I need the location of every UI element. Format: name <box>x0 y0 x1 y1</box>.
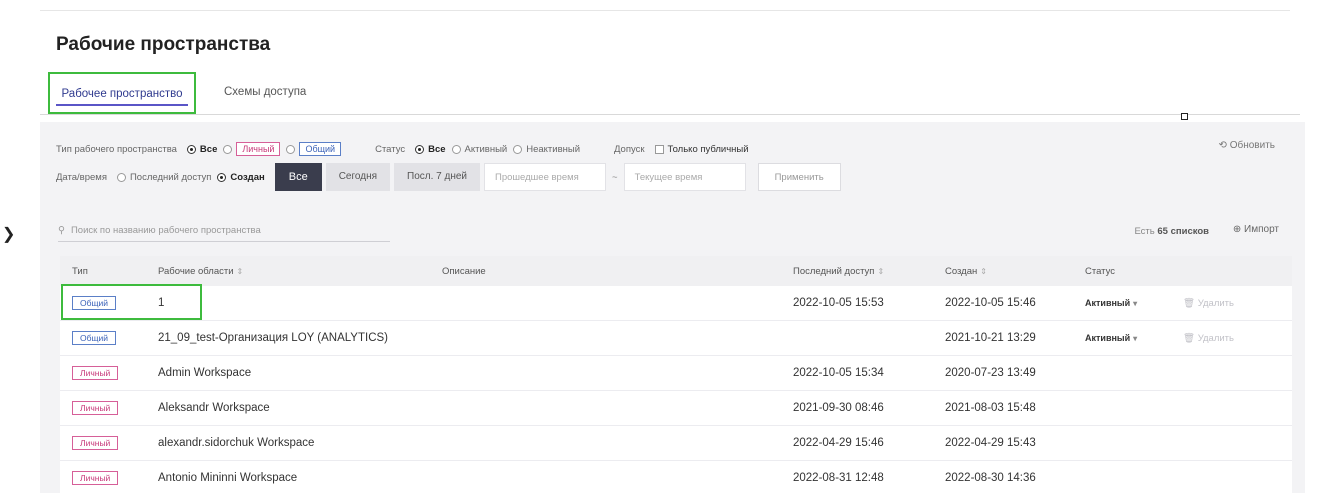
table-row[interactable]: Личный Aleksandr Workspace 2021-09-30 08:4… <box>60 391 1292 426</box>
type-shared-radio[interactable]: Общий <box>286 142 342 156</box>
refresh-icon: ⟲ <box>1218 140 1227 151</box>
top-divider <box>40 10 1290 11</box>
tabs-divider <box>40 114 1300 115</box>
import-button[interactable]: ⊕ Импорт <box>1233 224 1279 235</box>
type-badge: Личный <box>72 471 119 485</box>
status-dropdown[interactable]: Активный ▾ <box>1085 333 1137 343</box>
import-label: Импорт <box>1244 224 1279 235</box>
page-title: Рабочие пространства <box>56 34 271 55</box>
period-all-button[interactable]: Все <box>274 163 322 191</box>
status-active-radio[interactable]: Активный <box>451 144 507 155</box>
start-date-input[interactable]: Прошедшее время <box>484 163 607 191</box>
table-row[interactable]: Личный Admin Workspace 2022-10-05 15:34 202… <box>60 356 1292 391</box>
workspace-name[interactable]: Antonio Mininni Workspace <box>158 472 442 484</box>
date-range-separator: ~ <box>612 171 618 183</box>
table-row[interactable]: Личный alexandr.sidorchuk Workspace 2022-0… <box>60 426 1292 461</box>
type-all-radio[interactable]: Все <box>186 144 217 155</box>
workspace-name[interactable]: alexandr.sidorchuk Workspace <box>158 437 442 449</box>
active-tab-indicator <box>56 104 188 106</box>
refresh-button[interactable]: ⟲ Обновить <box>1219 140 1275 151</box>
workspace-panel: Тип рабочего пространства Все Личный Общ… <box>40 122 1305 493</box>
last-access-value: 2022-10-05 15:53 <box>793 297 884 309</box>
search-input[interactable]: ⚲ Поиск по названию рабочего пространства <box>58 220 390 242</box>
type-badge: Личный <box>72 366 119 380</box>
type-badge: Общий <box>72 331 116 345</box>
public-only-checkbox[interactable]: Только публичный <box>654 144 749 155</box>
delete-button[interactable]: 🗑 Удалить <box>1183 298 1234 309</box>
sort-icon: ⇕ <box>980 266 987 276</box>
workspace-name[interactable]: Aleksandr Workspace <box>158 402 442 414</box>
workspace-name[interactable]: 21_09_test-Организация LOY (ANALYTICS) <box>158 332 442 344</box>
created-value: 2021-08-03 15:48 <box>945 402 1036 414</box>
col-type: Тип <box>72 265 88 277</box>
created-value: 2022-10-05 15:46 <box>945 297 1036 309</box>
created-value: 2022-04-29 15:43 <box>945 437 1036 449</box>
tab-workspace-label: Рабочее пространство <box>61 88 183 100</box>
refresh-label: Обновить <box>1229 140 1275 151</box>
col-description: Описание <box>442 265 486 277</box>
apply-button[interactable]: Применить <box>757 163 841 191</box>
last-access-value: 2021-09-30 08:46 <box>793 402 884 414</box>
caret-down-icon: ▾ <box>1133 299 1138 308</box>
created-value: 2022-08-30 14:36 <box>945 472 1036 484</box>
status-all-radio[interactable]: Все <box>415 144 446 155</box>
tab-workspace[interactable]: Рабочее пространство <box>48 72 196 114</box>
type-filter-label: Тип рабочего пространства <box>56 143 177 155</box>
type-badge: Личный <box>72 401 119 415</box>
table-row[interactable]: Личный Antonio Mininni Workspace 2022-08-3… <box>60 461 1292 493</box>
created-value: 2021-10-21 13:29 <box>945 332 1036 344</box>
workspace-name[interactable]: 1 <box>158 297 442 309</box>
workspace-table: Тип Рабочие области ⇕ Описание Последний … <box>60 256 1292 493</box>
caret-down-icon: ▾ <box>1133 334 1138 343</box>
trash-icon: 🗑 <box>1183 333 1196 344</box>
last-access-value: 2022-10-05 15:34 <box>793 367 884 379</box>
filter-row-datetime: Дата/время Последний доступ Создан Все С… <box>56 162 841 192</box>
table-row[interactable]: Общий 1 2022-10-05 15:53 2022-10-05 15:46 Ак… <box>60 286 1292 321</box>
sort-icon: ⇕ <box>877 266 885 276</box>
access-filter-label: Допуск <box>614 143 645 155</box>
last-access-value: 2022-04-29 15:46 <box>793 437 884 449</box>
status-inactive-radio[interactable]: Неактивный <box>513 144 580 155</box>
type-badge: Личный <box>72 436 119 450</box>
delete-button[interactable]: 🗑 Удалить <box>1183 333 1234 344</box>
collapse-arrow-icon[interactable]: ❯ <box>2 224 15 244</box>
col-name[interactable]: Рабочие области ⇕ <box>158 266 442 277</box>
table-row[interactable]: Общий 21_09_test-Организация LOY (ANALYTI… <box>60 321 1292 356</box>
col-status: Статус <box>1085 265 1116 277</box>
list-count: Есть 65 списков <box>1134 226 1209 237</box>
col-last-access[interactable]: Последний доступ ⇕ <box>793 266 945 277</box>
trash-icon: 🗑 <box>1183 298 1196 309</box>
end-date-input[interactable]: Текущее время <box>623 163 746 191</box>
search-placeholder: Поиск по названию рабочего пространства <box>70 225 261 236</box>
datetime-filter-label: Дата/время <box>56 171 107 183</box>
last-access-value: 2022-08-31 12:48 <box>793 472 884 484</box>
type-personal-radio[interactable]: Личный <box>223 142 281 156</box>
table-body: Общий 1 2022-10-05 15:53 2022-10-05 15:46 Ак… <box>60 286 1292 493</box>
tab-access-schemes[interactable]: Схемы доступа <box>224 72 306 114</box>
period-today-button[interactable]: Сегодня <box>325 163 391 191</box>
status-filter-label: Статус <box>375 143 406 155</box>
square-marker-icon <box>1181 113 1188 120</box>
status-dropdown[interactable]: Активный ▾ <box>1085 298 1137 308</box>
plus-circle-icon: ⊕ <box>1232 224 1242 235</box>
last-access-radio[interactable]: Последний доступ <box>116 172 211 183</box>
tab-bar: Рабочее пространство Схемы доступа <box>40 72 1300 116</box>
filter-row-type-status: Тип рабочего пространства Все Личный Общ… <box>56 139 749 159</box>
workspace-name[interactable]: Admin Workspace <box>158 367 442 379</box>
created-value: 2020-07-23 13:49 <box>945 367 1036 379</box>
created-radio[interactable]: Создан <box>217 172 265 183</box>
table-header: Тип Рабочие области ⇕ Описание Последний … <box>60 256 1292 286</box>
tab-access-schemes-label: Схемы доступа <box>224 86 307 98</box>
col-created[interactable]: Создан ⇕ <box>945 266 1085 277</box>
type-badge: Общий <box>72 296 116 310</box>
period-last7-button[interactable]: Посл. 7 дней <box>394 163 481 191</box>
sort-icon: ⇕ <box>236 266 244 276</box>
search-icon: ⚲ <box>58 225 65 236</box>
